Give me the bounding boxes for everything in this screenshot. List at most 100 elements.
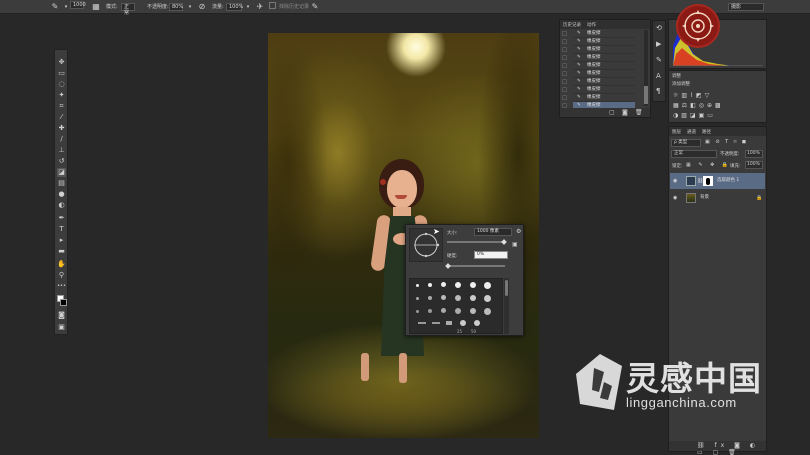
history-brush-source-checkbox[interactable] — [562, 87, 567, 92]
preset-brush-17[interactable] — [470, 308, 476, 314]
rectangle-tool-icon[interactable]: ▬ — [57, 247, 66, 256]
dodge-tool-icon[interactable]: ◐ — [57, 201, 66, 210]
layer-opacity-field[interactable]: 100% — [745, 150, 763, 158]
layer-row-selective-color[interactable]: ◉ ⛓ 选取颜色 1 — [670, 173, 765, 189]
invert-icon[interactable]: ◑ — [673, 112, 681, 119]
preset-brush-13[interactable] — [416, 310, 419, 313]
new-preset-icon[interactable]: ▣ — [512, 241, 518, 248]
background-color-swatch[interactable] — [60, 299, 67, 306]
actions-dock-icon[interactable]: ▶ — [656, 40, 661, 48]
pressure-opacity-icon[interactable]: ⊘ — [197, 2, 207, 12]
pressure-size-icon[interactable]: ✎ — [310, 2, 320, 12]
preset-brush-21[interactable] — [446, 321, 452, 325]
vibrance-icon[interactable]: ▽ — [705, 92, 713, 99]
history-brush-source-checkbox[interactable] — [562, 31, 567, 36]
size-slider-handle[interactable] — [501, 239, 507, 245]
history-brush-source-checkbox[interactable] — [562, 71, 567, 76]
layer-kind-filter[interactable]: ρ 类型 — [671, 139, 701, 147]
layer-row-background[interactable]: ◉ 背景 🔒 — [670, 190, 765, 206]
tab-history[interactable]: 历史记录 — [563, 22, 581, 28]
flow-field[interactable]: 100% — [226, 3, 243, 11]
brush-size-field[interactable]: 1000 像素 — [474, 228, 512, 236]
clone-stamp-tool-icon[interactable]: ⊥ — [57, 146, 66, 155]
brush-tool-icon[interactable]: ∕ — [57, 135, 66, 144]
photo-filter-icon[interactable]: ◎ — [699, 102, 707, 109]
channel-mixer-icon[interactable]: ⊕ — [707, 102, 715, 109]
layer-footer-icons[interactable]: ⛓ fx ◙ ◐ ▭ ▢ 🗑 — [697, 442, 766, 455]
preset-brush-12[interactable] — [484, 295, 491, 302]
new-document-icon[interactable]: ▢ — [609, 109, 615, 116]
crop-tool-icon[interactable]: ⌗ — [57, 102, 66, 111]
presets-scroll-thumb[interactable] — [505, 280, 508, 296]
history-state-item[interactable]: ✎ 橡皮擦 — [562, 70, 635, 78]
preset-brush-18[interactable] — [484, 308, 491, 315]
lock-icons[interactable]: ▦ ✎ ✥ 🔒 — [686, 162, 731, 168]
preset-brush-1[interactable] — [416, 284, 419, 287]
history-state-item[interactable]: ✎ 橡皮擦 — [562, 62, 635, 70]
popup-settings-icon[interactable]: ⚙ — [516, 228, 521, 235]
brush-presets-grid[interactable]: 25 50 — [409, 278, 503, 334]
color-lookup-icon[interactable]: ▩ — [715, 102, 724, 109]
history-state-item[interactable]: ✎ 橡皮擦 — [562, 78, 635, 86]
brush-dock-icon[interactable]: ✎ — [656, 56, 662, 64]
history-brush-source-checkbox[interactable] — [562, 95, 567, 100]
hardness-slider[interactable] — [447, 265, 505, 267]
selective-color-icon[interactable]: ▣ — [699, 112, 708, 119]
history-state-item[interactable]: ✎ 橡皮擦 — [562, 86, 635, 94]
filter-icons[interactable]: ▣ ⊘ T ⌑ ◼ — [705, 139, 748, 145]
eyedropper-tool-icon[interactable]: ⁄ — [57, 113, 66, 122]
exposure-icon[interactable]: ◩ — [696, 92, 705, 99]
quick-mask-icon[interactable]: ◙ — [57, 311, 66, 320]
gradient-map-icon[interactable]: ▭ — [707, 112, 716, 119]
lasso-tool-icon[interactable]: ◌ — [57, 80, 66, 89]
type-tool-icon[interactable]: T — [57, 225, 66, 234]
preset-brush-14[interactable] — [428, 309, 432, 313]
preset-brush-10[interactable] — [455, 295, 461, 301]
eraser-tool-icon[interactable]: ✎ — [50, 2, 60, 12]
preset-brush-16[interactable] — [455, 308, 461, 314]
eraser-tool-icon[interactable]: ◪ — [57, 168, 66, 177]
flow-dropdown-icon[interactable]: ▾ — [243, 2, 253, 12]
history-brush-source-checkbox[interactable] — [562, 39, 567, 44]
preset-brush-3[interactable] — [441, 282, 446, 287]
history-state-item[interactable]: ✎ 橡皮擦 — [562, 94, 635, 102]
preset-brush-19[interactable] — [418, 322, 426, 324]
tab-layers[interactable]: 图层 — [672, 129, 681, 135]
bw-icon[interactable]: ◧ — [690, 102, 699, 109]
snapshot-icon[interactable]: ◙ — [622, 109, 628, 116]
preset-brush-22[interactable] — [460, 320, 466, 326]
opacity-dropdown-icon[interactable]: ▾ — [185, 2, 195, 12]
quick-select-tool-icon[interactable]: ✦ — [57, 91, 66, 100]
preset-brush-20[interactable] — [432, 322, 440, 324]
fill-field[interactable]: 100% — [745, 161, 763, 169]
history-scroll-thumb[interactable] — [644, 86, 648, 104]
history-brush-source-checkbox[interactable] — [562, 63, 567, 68]
brush-size-readout[interactable]: 1000 — [70, 1, 86, 9]
preset-brush-15[interactable] — [441, 308, 446, 313]
threshold-icon[interactable]: ◪ — [690, 112, 699, 119]
history-state-item[interactable]: ✎ 橡皮擦 — [562, 30, 635, 38]
preset-brush-2[interactable] — [428, 283, 432, 287]
preset-brush-6[interactable] — [484, 282, 491, 289]
history-brush-source-checkbox[interactable] — [562, 55, 567, 60]
screen-mode-icon[interactable]: ▣ — [57, 323, 66, 332]
hardness-field[interactable]: 0% — [474, 251, 508, 259]
levels-icon[interactable]: ▥ — [681, 92, 690, 99]
history-brush-source-checkbox[interactable] — [562, 47, 567, 52]
workspace-select[interactable]: 摄影 — [728, 3, 764, 11]
preset-brush-7[interactable] — [416, 297, 419, 300]
history-state-item[interactable]: ✎ 橡皮擦 — [562, 46, 635, 54]
gradient-tool-icon[interactable]: ▤ — [57, 179, 66, 188]
mode-select[interactable]: 正常 — [121, 3, 135, 16]
preset-brush-8[interactable] — [428, 296, 432, 300]
character-dock-icon[interactable]: A — [656, 72, 661, 80]
hand-tool-icon[interactable]: ✋ — [57, 260, 66, 269]
preset-brush-4[interactable] — [455, 282, 461, 288]
preset-brush-11[interactable] — [470, 295, 476, 301]
size-slider[interactable] — [447, 241, 505, 243]
opacity-field[interactable]: 80% — [169, 3, 183, 11]
preset-brush-9[interactable] — [441, 295, 446, 300]
posterize-icon[interactable]: ▨ — [681, 112, 690, 119]
move-tool-icon[interactable]: ✥ — [57, 58, 66, 67]
history-state-item[interactable]: ✎ 橡皮擦 — [562, 54, 635, 62]
